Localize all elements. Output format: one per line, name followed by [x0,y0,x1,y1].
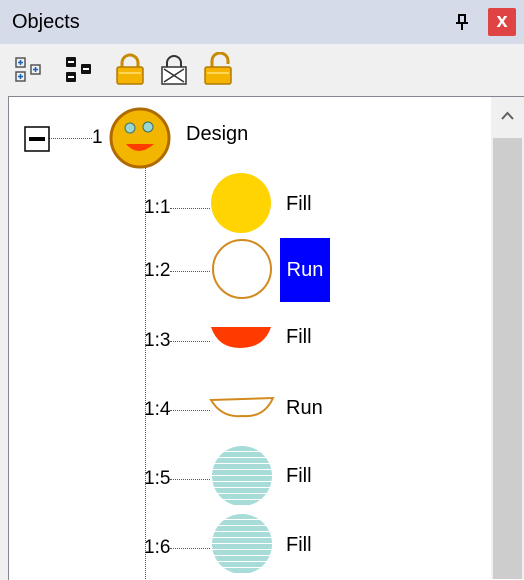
pin-icon[interactable] [452,12,472,32]
tree-node-label[interactable]: Run [286,396,323,420]
tree-node-number: 1 [92,127,103,148]
design-face-icon [109,107,171,169]
tree-line [145,158,146,579]
yellow-circle-icon [211,173,271,233]
tree-node-label[interactable]: Fill [286,464,312,488]
tree-line [170,341,210,342]
tree-node-number: 1:1 [144,197,171,218]
tree-node-number: 1:4 [144,399,171,420]
unlock-icon[interactable] [200,52,236,88]
tree-node-number: 1:6 [144,537,171,558]
tree-node-number: 1:3 [144,330,171,351]
tree-node-label[interactable]: Fill [286,533,312,557]
scrollbar-thumb[interactable] [493,138,522,579]
tree-line [170,548,210,549]
collapse-toggle-icon[interactable] [24,126,50,152]
toolbar [0,44,524,96]
tree-node-label[interactable]: Fill [286,325,312,349]
tree-line [170,410,210,411]
tree-node-number: 1:5 [144,468,171,489]
expand-all-icon[interactable] [12,52,48,88]
lock-icon[interactable] [112,52,148,88]
panel-titlebar: Objects x [0,0,524,44]
tree-line [48,138,92,139]
tree-node-label-selected[interactable]: Run [280,238,330,302]
teal-striped-circle-icon [212,514,272,573]
teal-striped-circle-icon [212,446,272,505]
tree-line [170,208,210,209]
panel-title: Objects [12,11,80,33]
tree-node-label[interactable]: Fill [286,192,312,216]
scroll-up-arrow-icon[interactable] [491,97,524,135]
outline-circle-icon [212,239,272,299]
lock-crossed-icon[interactable] [156,52,192,88]
tree-line [170,479,210,480]
close-button[interactable]: x [488,8,516,36]
tree-node-number: 1:2 [144,260,171,281]
tree-line [170,271,210,272]
collapse-all-icon[interactable] [62,52,98,88]
outline-mouth-icon [209,396,275,418]
red-mouth-icon [211,327,271,348]
tree-node-label[interactable]: Design [186,122,248,146]
